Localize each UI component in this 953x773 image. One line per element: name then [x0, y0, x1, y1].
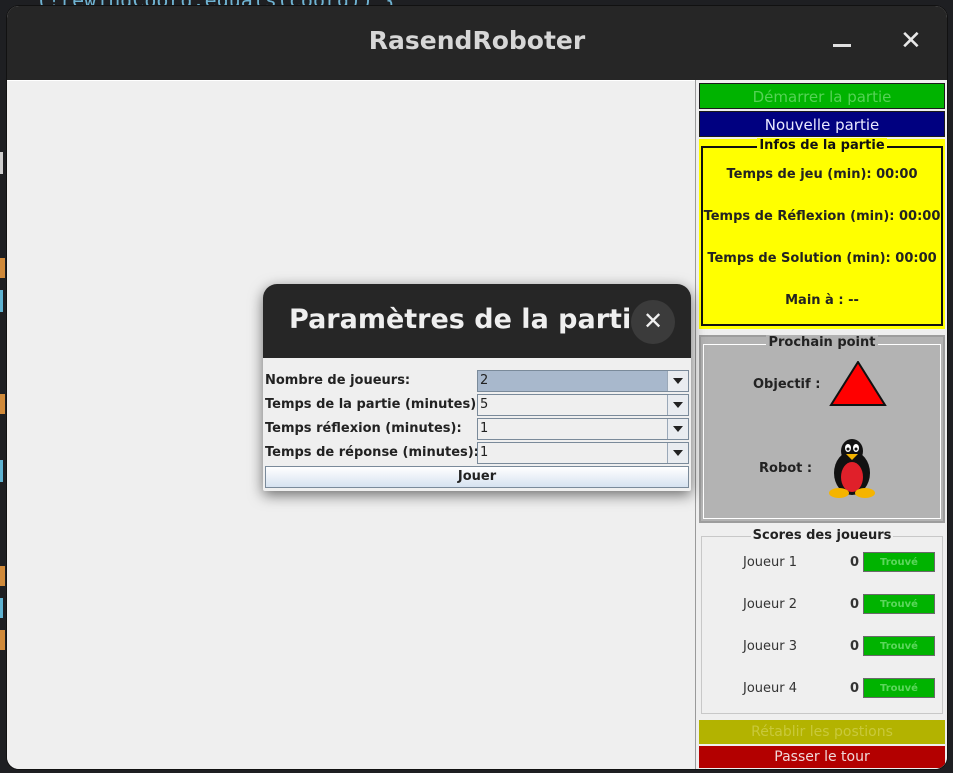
dialog-title-bar[interactable]: Paramètres de la partie ✕	[263, 284, 691, 358]
player-name: Joueur 3	[743, 639, 798, 654]
player-score-row: Joueur 1 0 Trouvé	[699, 552, 945, 574]
bg-gutter-mark	[0, 566, 5, 586]
player-score: 0	[850, 597, 860, 612]
reflection-time-select[interactable]: 1	[477, 418, 689, 440]
players-count-select[interactable]: 2	[477, 370, 689, 392]
game-info-panel: Infos de la partie Temps de jeu (min): 0…	[699, 138, 945, 329]
player-score: 0	[850, 555, 860, 570]
chevron-down-icon[interactable]	[667, 395, 688, 415]
robot-label: Robot :	[759, 461, 813, 476]
objective-triangle-icon	[829, 361, 887, 406]
bg-gutter-mark	[0, 394, 5, 414]
minimize-icon[interactable]	[833, 44, 851, 47]
game-settings-dialog: Paramètres de la partie ✕ Nombre de joue…	[263, 284, 691, 491]
found-button[interactable]: Trouvé	[863, 636, 935, 656]
player-score: 0	[850, 681, 860, 696]
next-point-legend: Prochain point	[766, 335, 878, 350]
reset-positions-button[interactable]: Rétablir les postions	[699, 720, 945, 744]
dialog-title: Paramètres de la partie	[289, 304, 650, 335]
chevron-down-icon[interactable]	[667, 419, 688, 439]
dialog-close-icon[interactable]: ✕	[631, 300, 675, 344]
close-icon[interactable]: ✕	[900, 26, 922, 56]
reflection-time-row: Temps réflexion (minutes): 1	[263, 418, 691, 440]
pass-turn-button[interactable]: Passer le tour	[699, 746, 945, 768]
player-name: Joueur 1	[743, 555, 798, 570]
answer-time-select[interactable]: 1	[477, 442, 689, 464]
bg-gutter-mark	[0, 598, 3, 618]
next-point-panel: Prochain point Objectif : Robot :	[699, 335, 945, 523]
scores-legend: Scores des joueurs	[750, 528, 894, 543]
players-count-row: Nombre de joueurs: 2	[263, 370, 691, 392]
current-turn-label: Main à : --	[785, 293, 859, 308]
players-count-label: Nombre de joueurs:	[265, 373, 411, 388]
found-button[interactable]: Trouvé	[863, 678, 935, 698]
bg-gutter-mark	[0, 460, 3, 482]
answer-time-row: Temps de réponse (minutes): 1	[263, 442, 691, 464]
player-score-row: Joueur 3 0 Trouvé	[699, 636, 945, 658]
game-duration-label: Temps de la partie (minutes):	[265, 397, 482, 412]
player-score-row: Joueur 4 0 Trouvé	[699, 678, 945, 700]
bg-gutter-mark	[0, 290, 3, 312]
side-panel: Démarrer la partie Nouvelle partie Infos…	[695, 80, 947, 769]
found-button[interactable]: Trouvé	[863, 594, 935, 614]
found-button[interactable]: Trouvé	[863, 552, 935, 572]
player-score: 0	[850, 639, 860, 654]
bg-gutter-mark	[0, 258, 5, 278]
scores-panel: Scores des joueurs Joueur 1 0 Trouvé Jou…	[699, 528, 945, 716]
new-game-button[interactable]: Nouvelle partie	[699, 111, 945, 137]
robot-penguin-icon	[829, 439, 875, 498]
reflection-time-label: Temps réflexion (minutes):	[265, 421, 462, 436]
player-name: Joueur 4	[743, 681, 798, 696]
player-name: Joueur 2	[743, 597, 798, 612]
player-score-row: Joueur 2 0 Trouvé	[699, 594, 945, 616]
game-duration-row: Temps de la partie (minutes): 5	[263, 394, 691, 416]
next-point-frame	[703, 344, 941, 519]
play-button[interactable]: Jouer	[265, 466, 689, 488]
start-game-button[interactable]: Démarrer la partie	[699, 83, 945, 109]
objective-label: Objectif :	[753, 377, 821, 392]
solution-time-label: Temps de Solution (min): 00:00	[707, 251, 937, 266]
chevron-down-icon[interactable]	[667, 443, 688, 463]
game-duration-select[interactable]: 5	[477, 394, 689, 416]
title-bar[interactable]: RasendRoboter ✕	[7, 6, 947, 80]
chevron-down-icon[interactable]	[667, 371, 688, 391]
window-title: RasendRoboter	[368, 26, 586, 55]
game-time-label: Temps de jeu (min): 00:00	[726, 167, 918, 182]
bg-gutter-mark	[0, 630, 5, 650]
answer-time-label: Temps de réponse (minutes):	[265, 445, 479, 460]
game-info-legend: Infos de la partie	[757, 138, 887, 153]
reflection-time-label: Temps de Réflexion (min): 00:00	[703, 209, 941, 224]
